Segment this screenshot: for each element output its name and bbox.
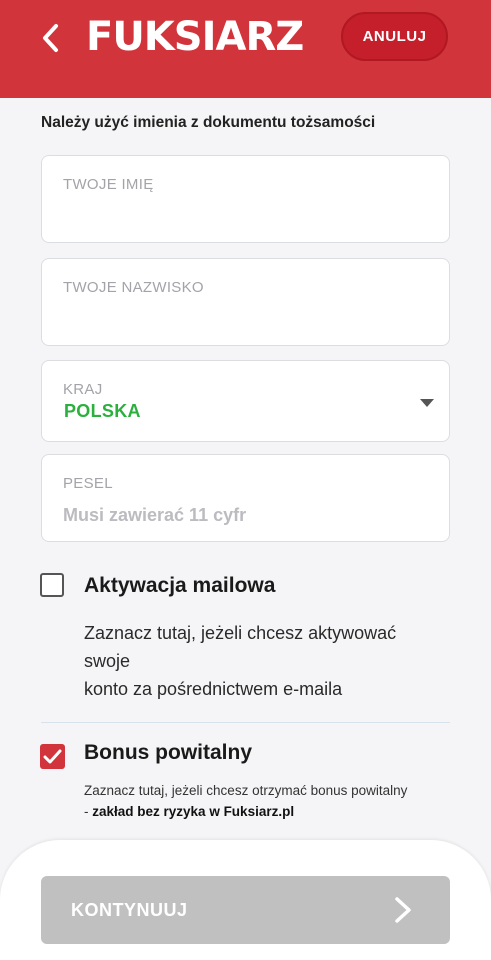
pesel-label: PESEL <box>63 475 113 492</box>
welcome-bonus-desc-prefix: - <box>84 804 93 819</box>
email-activation-title: Aktywacja mailowa <box>84 574 276 597</box>
brand-logo: FUKSIARZ <box>86 14 304 60</box>
checkmark-icon <box>43 749 62 764</box>
continue-label: KONTYNUUJ <box>71 900 188 920</box>
welcome-bonus-description: Zaznacz tutaj, jeżeli chcesz otrzymać bo… <box>84 780 464 822</box>
welcome-bonus-desc-text: Zaznacz tutaj, jeżeli chcesz otrzymać bo… <box>84 783 408 798</box>
email-activation-description: Zaznacz tutaj, jeżeli chcesz aktywować s… <box>84 619 464 703</box>
last-name-label: TWOJE NAZWISKO <box>63 279 204 296</box>
continue-button[interactable]: KONTYNUUJ <box>41 876 450 944</box>
chevron-left-icon <box>43 24 58 52</box>
caret-down-icon <box>420 399 434 407</box>
first-name-label: TWOJE IMIĘ <box>63 176 154 193</box>
chevron-right-icon <box>395 897 411 923</box>
welcome-bonus-desc-line2: - zakład bez ryzyka w Fuksiarz.pl <box>84 801 464 822</box>
email-activation-desc-line: Zaznacz tutaj, jeżeli chcesz aktywować <box>84 623 397 643</box>
cancel-button[interactable]: ANULUJ <box>341 12 448 61</box>
country-label: KRAJ <box>63 381 103 398</box>
last-name-field[interactable]: TWOJE NAZWISKO <box>41 258 450 346</box>
email-activation-checkbox[interactable] <box>40 573 64 597</box>
email-activation-desc-line: swoje <box>84 651 131 671</box>
welcome-bonus-checkbox[interactable] <box>40 744 65 769</box>
back-button[interactable] <box>38 22 68 54</box>
welcome-bonus-title: Bonus powitalny <box>84 741 252 764</box>
identity-hint: Należy użyć imienia z dokumentu tożsamoś… <box>41 114 376 131</box>
pesel-placeholder: Musi zawierać 11 cyfr <box>63 505 247 525</box>
welcome-bonus-desc-bold: zakład bez ryzyka w Fuksiarz.pl <box>92 804 295 819</box>
country-value: POLSKA <box>64 401 141 421</box>
country-select[interactable]: KRAJ POLSKA <box>41 360 450 442</box>
app-header: FUKSIARZ ANULUJ <box>0 0 491 98</box>
pesel-field[interactable]: PESEL Musi zawierać 11 cyfr <box>41 454 450 542</box>
email-activation-desc-line: konto za pośrednictwem e-maila <box>84 679 343 699</box>
divider <box>41 722 450 723</box>
first-name-field[interactable]: TWOJE IMIĘ <box>41 155 450 243</box>
